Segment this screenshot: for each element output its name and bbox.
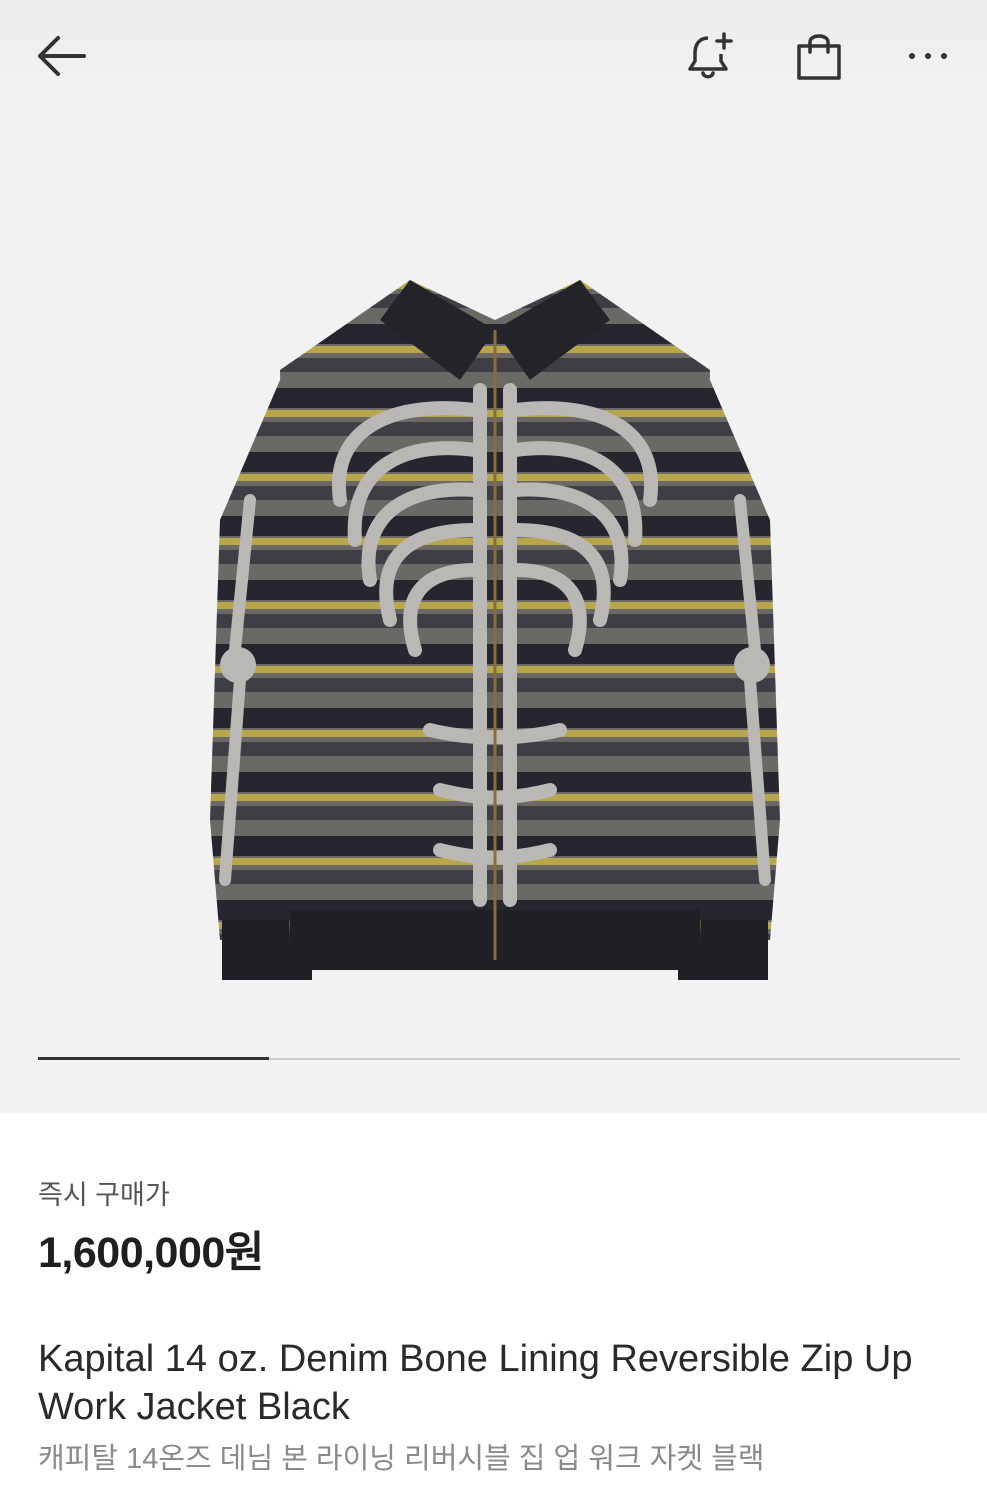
gallery-progress-indicator	[38, 1057, 269, 1060]
price: 1,600,000원	[38, 1229, 264, 1277]
shopping-bag-icon	[797, 34, 841, 80]
bell-add-icon	[688, 32, 733, 79]
notification-add-button[interactable]	[680, 28, 740, 84]
price-label: 즉시 구매가	[38, 1180, 170, 1210]
back-button[interactable]	[30, 28, 90, 84]
product-image-gallery[interactable]	[0, 110, 987, 1113]
top-bar	[0, 0, 987, 110]
more-icon	[909, 53, 947, 59]
product-name-english: Kapital 14 oz. Denim Bone Lining Reversi…	[38, 1338, 913, 1428]
gallery-progress-track	[38, 1057, 960, 1060]
back-arrow-icon	[38, 36, 86, 76]
product-image	[210, 280, 780, 980]
product-info: 즉시 구매가 1,600,000원 Kapital 14 oz. Denim B…	[0, 1113, 987, 1500]
more-options-button[interactable]	[898, 28, 958, 84]
shopping-bag-button[interactable]	[789, 28, 849, 84]
product-name-korean: 캐피탈 14온즈 데님 본 라이닝 리버시블 집 업 워크 자켓 블랙	[38, 1443, 765, 1475]
